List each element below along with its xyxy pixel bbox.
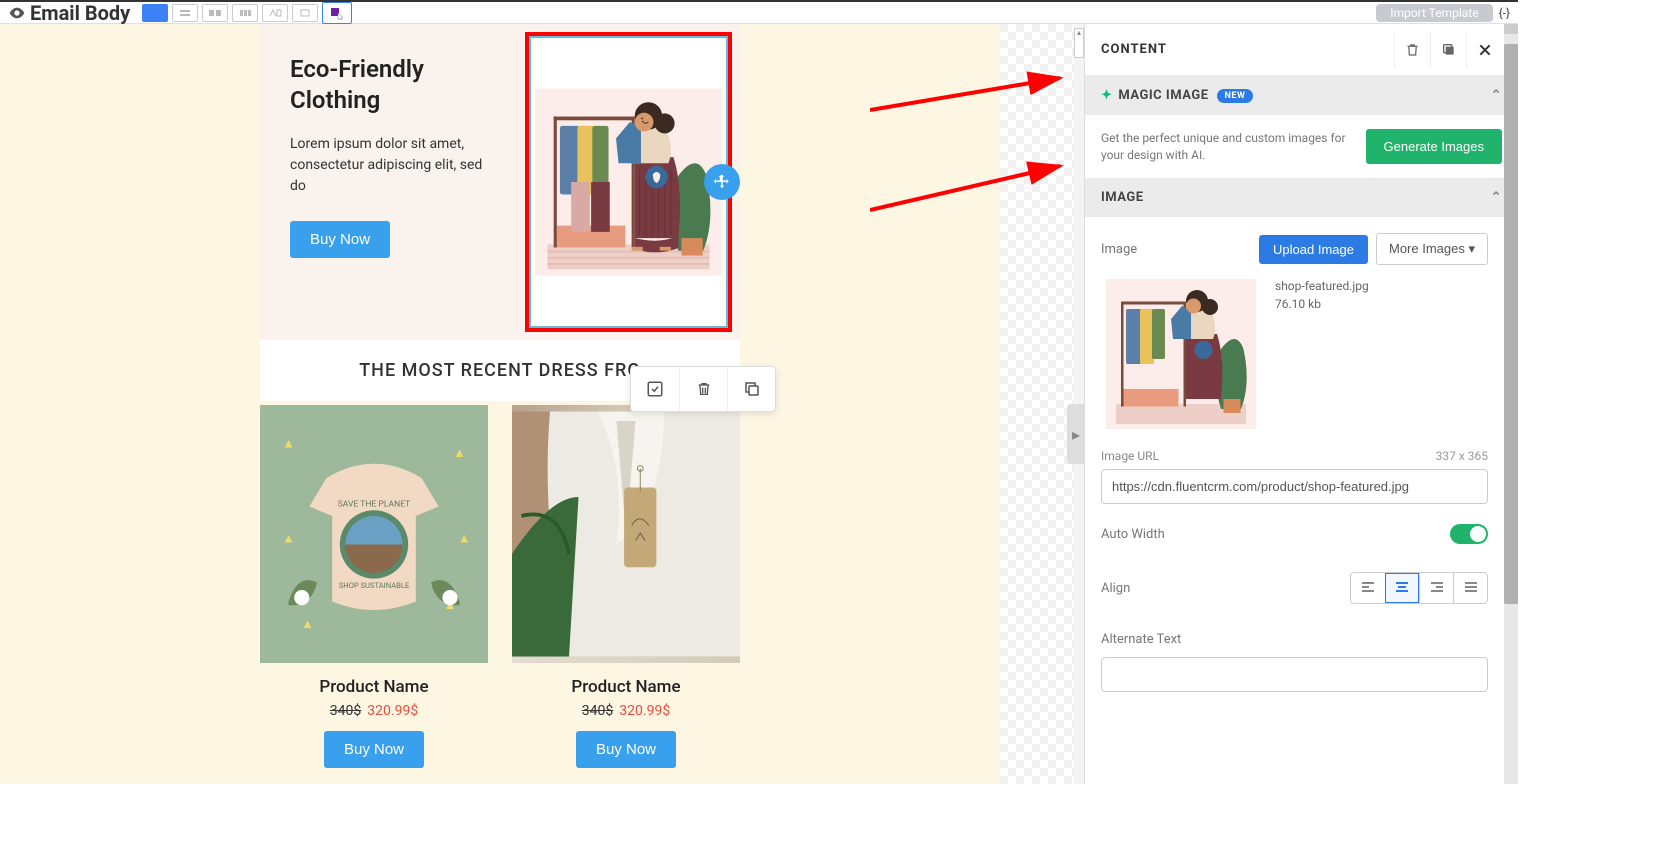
sidebar-scrollbar[interactable] xyxy=(1504,24,1518,784)
hero-body: Lorem ipsum dolor sit amet, consectetur … xyxy=(290,134,497,197)
tool-5[interactable] xyxy=(262,4,288,22)
image-accordion[interactable]: IMAGE ⌃ xyxy=(1085,178,1518,217)
import-template-button[interactable]: Import Template xyxy=(1376,4,1492,22)
delete-content-icon[interactable] xyxy=(1394,32,1430,68)
breadcrumb-bar: Email Body Import Template {-} xyxy=(0,2,1518,24)
upload-image-button[interactable]: Upload Image xyxy=(1259,235,1368,264)
scroll-up-icon[interactable]: ▴ xyxy=(1074,28,1084,58)
properties-sidebar: ▸ CONTENT ✦ MAGIC IMAGE NEW ⌃ Get the pe… xyxy=(1084,24,1518,784)
magic-desc: Get the perfect unique and custom images… xyxy=(1101,130,1350,164)
new-price: 320.99$ xyxy=(619,703,670,719)
tool-6[interactable] xyxy=(292,4,318,22)
image-section-title: IMAGE xyxy=(1101,190,1144,205)
product-name: Product Name xyxy=(512,677,740,697)
filename: shop-featured.jpg xyxy=(1275,279,1369,293)
product-card: Product Name 340$ 320.99$ Buy Now xyxy=(512,405,740,768)
collapse-sidebar-icon[interactable]: ▸ xyxy=(1067,404,1085,464)
product-buy-button[interactable]: Buy Now xyxy=(576,731,676,768)
confirm-icon[interactable] xyxy=(631,367,679,411)
hero-buy-button[interactable]: Buy Now xyxy=(290,221,390,258)
align-label: Align xyxy=(1101,581,1350,596)
svg-text:SAVE THE PLANET: SAVE THE PLANET xyxy=(338,499,411,509)
visibility-icon xyxy=(8,4,26,22)
product-image-1: SAVE THE PLANET SHOP SUSTAINABLE xyxy=(260,405,488,663)
auto-width-toggle[interactable] xyxy=(1450,524,1488,544)
image-thumbnail[interactable] xyxy=(1101,279,1261,429)
old-price: 340$ xyxy=(330,703,361,719)
alt-text-label: Alternate Text xyxy=(1101,632,1488,647)
filesize: 76.10 kb xyxy=(1275,297,1369,311)
canvas[interactable]: Eco-Friendly Clothing Lorem ipsum dolor … xyxy=(0,24,1074,784)
hero-heading: Eco-Friendly Clothing xyxy=(290,54,497,116)
chevron-up-icon: ⌃ xyxy=(1491,190,1502,205)
old-price: 340$ xyxy=(582,703,613,719)
product-image-2 xyxy=(512,405,740,663)
more-images-button[interactable]: More Images ▾ xyxy=(1376,233,1488,265)
magic-image-title: MAGIC IMAGE xyxy=(1118,88,1208,103)
align-group xyxy=(1350,572,1488,604)
close-sidebar-icon[interactable] xyxy=(1466,32,1502,68)
tool-cursor[interactable] xyxy=(322,2,352,24)
product-buy-button[interactable]: Buy Now xyxy=(324,731,424,768)
sparkle-icon: ✦ xyxy=(1101,88,1112,103)
chevron-up-icon: ⌃ xyxy=(1491,88,1502,103)
align-right-icon[interactable] xyxy=(1419,573,1453,603)
image-label: Image xyxy=(1101,242,1259,257)
tool-block[interactable] xyxy=(142,4,168,22)
new-price: 320.99$ xyxy=(367,703,418,719)
sidebar-title: CONTENT xyxy=(1101,42,1394,57)
product-card: SAVE THE PLANET SHOP SUSTAINABLE Product… xyxy=(260,405,488,768)
alt-text-input[interactable] xyxy=(1101,657,1488,692)
code-toggle[interactable]: {-} xyxy=(1499,6,1510,20)
align-justify-icon[interactable] xyxy=(1453,573,1487,603)
tool-3[interactable] xyxy=(202,4,228,22)
url-label: Image URL xyxy=(1101,449,1159,463)
svg-text:SHOP SUSTAINABLE: SHOP SUSTAINABLE xyxy=(339,581,410,590)
image-url-input[interactable] xyxy=(1101,469,1488,504)
image-dimensions: 337 x 365 xyxy=(1436,449,1488,463)
magic-image-accordion[interactable]: ✦ MAGIC IMAGE NEW ⌃ xyxy=(1085,76,1518,115)
page-title: Email Body xyxy=(30,1,130,25)
delete-icon[interactable] xyxy=(679,367,727,411)
element-toolbar xyxy=(630,366,776,412)
new-badge: NEW xyxy=(1217,89,1254,103)
product-name: Product Name xyxy=(260,677,488,697)
generate-images-button[interactable]: Generate Images xyxy=(1366,129,1502,164)
move-handle[interactable] xyxy=(704,164,740,200)
duplicate-content-icon[interactable] xyxy=(1430,32,1466,68)
tool-2[interactable] xyxy=(172,4,198,22)
auto-width-label: Auto Width xyxy=(1101,527,1450,542)
hero-illustration xyxy=(535,42,722,322)
hero-row: Eco-Friendly Clothing Lorem ipsum dolor … xyxy=(260,24,740,340)
align-center-icon[interactable] xyxy=(1385,573,1419,603)
align-left-icon[interactable] xyxy=(1351,573,1385,603)
tool-4[interactable] xyxy=(232,4,258,22)
duplicate-icon[interactable] xyxy=(727,367,775,411)
selected-image-block[interactable] xyxy=(525,32,732,332)
